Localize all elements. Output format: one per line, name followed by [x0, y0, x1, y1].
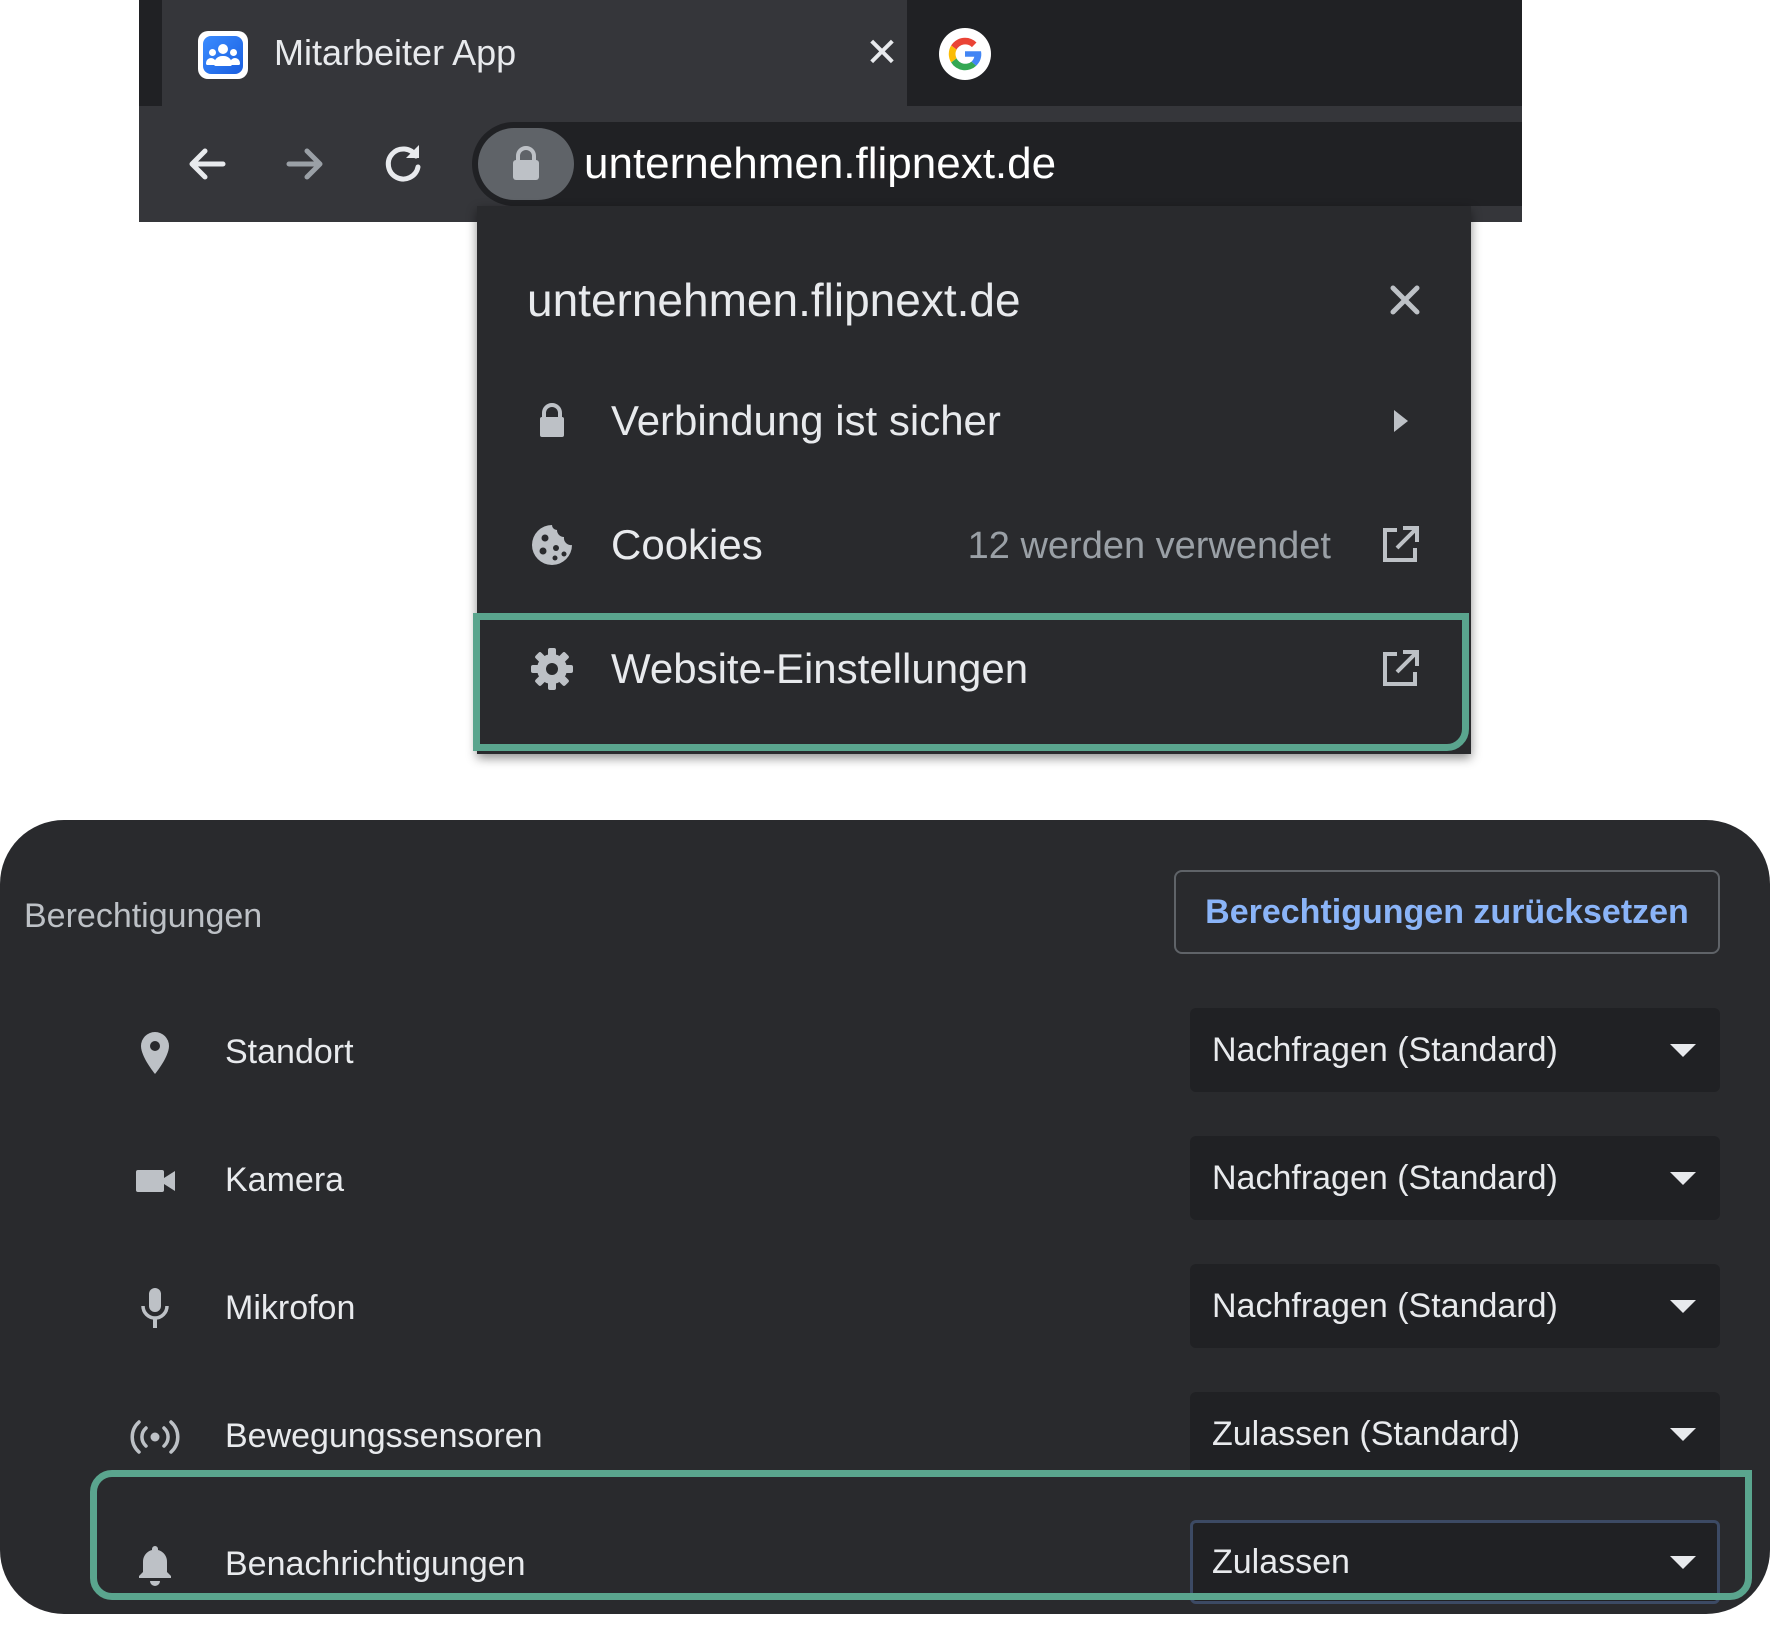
permission-row-location: Standort Nachfragen (Standard)	[0, 988, 1770, 1116]
forward-button[interactable]	[277, 136, 333, 192]
select-value: Nachfragen (Standard)	[1212, 1287, 1558, 1325]
app-favicon	[198, 31, 248, 79]
microphone-icon	[141, 1288, 169, 1328]
permissions-heading: Berechtigungen	[24, 897, 263, 935]
cookies-count: 12 werden verwendet	[967, 525, 1331, 567]
tab-title: Mitarbeiter App	[274, 32, 517, 73]
dropdown-arrow-icon	[1670, 1044, 1696, 1057]
select-value: Zulassen (Standard)	[1212, 1415, 1521, 1453]
lock-icon	[513, 146, 539, 180]
popup-row-label: Cookies	[611, 521, 763, 568]
dropdown-arrow-icon	[1670, 1300, 1696, 1313]
select-value: Nachfragen (Standard)	[1212, 1031, 1558, 1069]
browser-toolbar: unternehmen.flipnext.de	[139, 106, 1522, 222]
permission-label: Mikrofon	[225, 1289, 356, 1327]
highlight-notifications	[90, 1470, 1752, 1600]
microphone-select[interactable]: Nachfragen (Standard)	[1190, 1264, 1720, 1348]
popup-row-connection[interactable]: Verbindung ist sicher	[477, 360, 1471, 484]
permission-row-camera: Kamera Nachfragen (Standard)	[0, 1116, 1770, 1244]
reload-button[interactable]	[375, 136, 431, 192]
url-text[interactable]: unternehmen.flipnext.de	[584, 136, 1056, 192]
reset-permissions-button[interactable]: Berechtigungen zurücksetzen	[1174, 870, 1720, 954]
chevron-right-icon	[1394, 410, 1408, 432]
camera-select[interactable]: Nachfragen (Standard)	[1190, 1136, 1720, 1220]
close-icon[interactable]	[1377, 272, 1433, 328]
permission-row-microphone: Mikrofon Nachfragen (Standard)	[0, 1244, 1770, 1372]
forward-arrow-icon	[286, 148, 323, 180]
tab-mitarbeiter-app[interactable]: Mitarbeiter App ✕	[162, 0, 907, 106]
popup-row-cookies[interactable]: Cookies 12 werden verwendet	[477, 484, 1471, 608]
open-external-icon	[1383, 526, 1419, 562]
location-pin-icon	[141, 1032, 169, 1074]
location-select[interactable]: Nachfragen (Standard)	[1190, 1008, 1720, 1092]
cookie-icon	[532, 525, 572, 565]
lock-icon	[540, 403, 564, 437]
back-button[interactable]	[179, 136, 235, 192]
permission-label: Bewegungssensoren	[225, 1417, 543, 1455]
popup-row-label: Verbindung ist sicher	[611, 397, 1001, 444]
permission-label: Kamera	[225, 1161, 345, 1199]
motion-sensor-icon	[130, 1420, 180, 1454]
tab-close-button[interactable]: ✕	[862, 28, 902, 78]
site-info-button[interactable]	[478, 128, 574, 200]
dropdown-arrow-icon	[1670, 1428, 1696, 1441]
reload-icon	[385, 145, 421, 182]
highlight-site-settings	[473, 613, 1469, 751]
address-bar[interactable]: unternehmen.flipnext.de	[472, 122, 1522, 206]
google-favicon[interactable]	[939, 28, 991, 80]
motion-sensors-select[interactable]: Zulassen (Standard)	[1190, 1392, 1720, 1476]
dropdown-arrow-icon	[1670, 1172, 1696, 1185]
back-arrow-icon	[189, 148, 226, 180]
browser-window: Mitarbeiter App ✕ unternehmen.flipnext.d…	[139, 0, 1522, 222]
popup-title: unternehmen.flipnext.de	[527, 274, 1021, 326]
camera-icon	[136, 1170, 175, 1192]
permission-label: Standort	[225, 1033, 354, 1071]
select-value: Nachfragen (Standard)	[1212, 1159, 1558, 1197]
